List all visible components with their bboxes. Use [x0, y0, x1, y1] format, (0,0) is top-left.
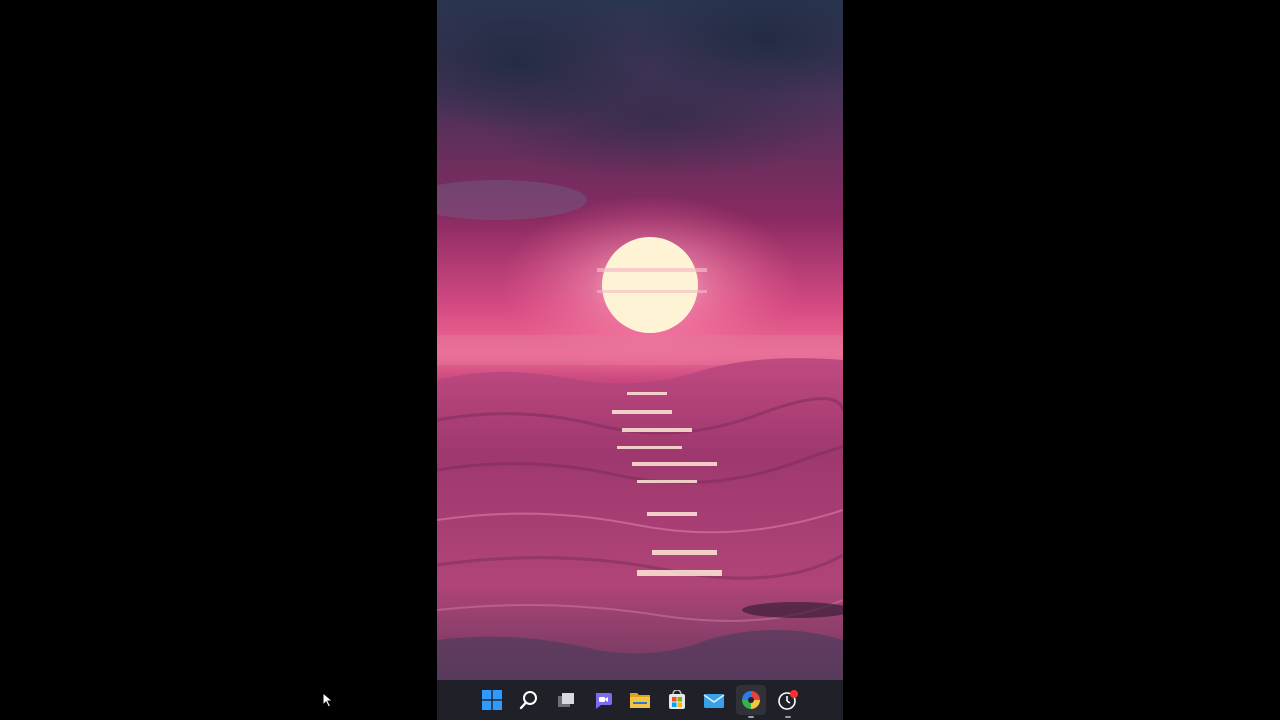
task-view-icon: [558, 693, 574, 707]
clock-icon: [778, 690, 798, 710]
clock-app-button[interactable]: [773, 685, 803, 718]
taskbar: [437, 680, 843, 720]
letterbox-right: [843, 0, 1280, 720]
notification-badge: [790, 690, 798, 698]
mail-button[interactable]: [699, 685, 729, 715]
task-view-button[interactable]: [551, 685, 581, 715]
windows-logo-icon: [482, 690, 502, 710]
desktop-screen: [437, 0, 843, 720]
letterbox-left: [0, 0, 437, 720]
search-button[interactable]: [514, 685, 544, 715]
start-button[interactable]: [477, 685, 507, 715]
store-icon: [669, 690, 685, 709]
folder-icon: [630, 693, 650, 708]
desktop-wallpaper[interactable]: [437, 0, 843, 680]
file-explorer-button[interactable]: [625, 685, 655, 715]
chat-button[interactable]: [588, 685, 618, 715]
store-button[interactable]: [662, 685, 692, 715]
sun: [602, 237, 698, 333]
mouse-cursor-icon: [322, 692, 334, 708]
running-indicator: [785, 716, 791, 718]
color-app-button[interactable]: [736, 685, 766, 718]
wallpaper-image: [437, 0, 843, 680]
color-wheel-icon: [742, 691, 760, 709]
teams-chat-icon: [595, 693, 612, 709]
mail-icon: [703, 694, 725, 708]
running-indicator: [748, 716, 754, 718]
search-icon: [519, 691, 537, 710]
